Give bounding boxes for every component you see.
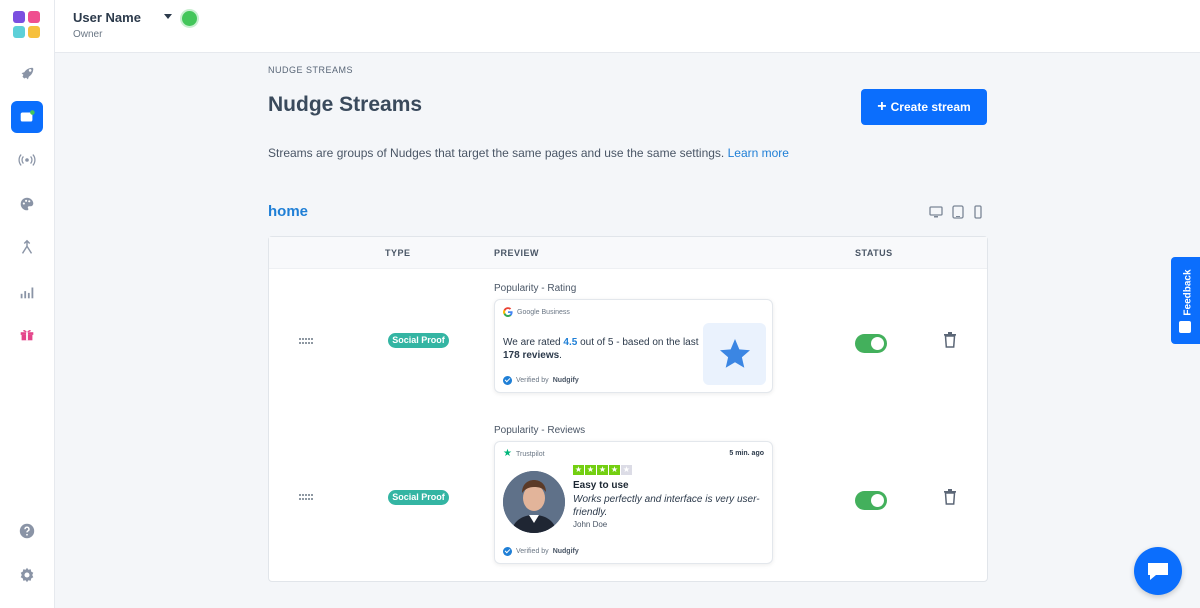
preview-title: Popularity - Reviews: [494, 425, 586, 436]
rocket-icon[interactable]: [11, 58, 43, 90]
column-status: STATUS: [855, 248, 893, 258]
rating-text: We are rated 4.5 out of 5 - based on the…: [503, 337, 699, 361]
avatar: [503, 471, 565, 533]
chat-icon: [1148, 563, 1168, 580]
sidebar: [0, 0, 55, 608]
verified-badge: Verified by Nudgify: [503, 376, 579, 385]
rating-value: 4.5: [563, 337, 578, 348]
chat-button[interactable]: [1134, 547, 1182, 595]
page-title: Nudge Streams: [268, 93, 423, 116]
help-icon[interactable]: [11, 515, 43, 547]
tablet-icon[interactable]: [951, 205, 965, 224]
feedback-smile-icon: [1179, 321, 1191, 333]
review-author: John Doe: [573, 520, 608, 529]
star-icon: [703, 323, 766, 385]
rating-stars: ★ ★ ★ ★ ★: [573, 465, 632, 475]
review-body: Works perfectly and interface is very us…: [573, 494, 760, 518]
broadcast-icon[interactable]: [11, 144, 43, 176]
trustpilot-star-icon: ★: [503, 448, 512, 459]
gift-icon[interactable]: [11, 318, 43, 350]
breadcrumb: NUDGE STREAMS: [268, 65, 354, 75]
topbar: User Name Owner: [55, 0, 1200, 53]
stream-name[interactable]: home: [268, 203, 308, 220]
check-icon: [503, 376, 512, 385]
column-type: TYPE: [385, 248, 411, 258]
chevron-down-icon[interactable]: [164, 14, 172, 19]
table-header: TYPE PREVIEW STATUS: [269, 237, 987, 269]
check-icon: [503, 547, 512, 556]
review-count: 178 reviews: [503, 350, 560, 361]
nudge-icon[interactable]: [11, 101, 43, 133]
feedback-label: Feedback: [1182, 269, 1194, 316]
type-badge: Social Proof: [388, 333, 449, 348]
app-logo[interactable]: [13, 11, 41, 39]
user-role: Owner: [73, 29, 103, 40]
nudge-preview-card[interactable]: ★ Trustpilot 5 min. ago ★ ★ ★ ★ ★ Easy to us…: [494, 441, 773, 564]
merge-icon[interactable]: [11, 232, 43, 264]
drag-handle-icon[interactable]: [299, 494, 315, 500]
verified-badge: Verified by Nudgify: [503, 547, 579, 556]
source-name: Trustpilot: [516, 451, 545, 458]
feedback-tab[interactable]: Feedback: [1171, 257, 1200, 344]
stream-table: TYPE PREVIEW STATUS Social Proof Popular…: [268, 236, 988, 582]
trash-icon[interactable]: [943, 489, 957, 505]
plus-icon: +: [877, 98, 887, 115]
learn-more-link[interactable]: Learn more: [728, 146, 789, 160]
preview-title: Popularity - Rating: [494, 283, 577, 294]
page-description: Streams are groups of Nudges that target…: [268, 146, 789, 160]
status-toggle[interactable]: [855, 334, 887, 353]
source-name: Google Business: [517, 309, 570, 316]
online-status-indicator: [182, 11, 197, 26]
status-toggle[interactable]: [855, 491, 887, 510]
description-text: Streams are groups of Nudges that target…: [268, 146, 725, 160]
type-badge: Social Proof: [388, 490, 449, 505]
review-title: Easy to use: [573, 480, 629, 491]
mobile-icon[interactable]: [971, 205, 985, 224]
gear-icon[interactable]: [11, 559, 43, 591]
google-icon: [503, 307, 513, 317]
nudge-preview-card[interactable]: Google Business We are rated 4.5 out of …: [494, 299, 773, 393]
trash-icon[interactable]: [943, 332, 957, 348]
timestamp: 5 min. ago: [729, 450, 764, 457]
user-name[interactable]: User Name: [73, 10, 141, 25]
chart-icon[interactable]: [11, 276, 43, 308]
desktop-icon[interactable]: [929, 205, 943, 224]
column-preview: PREVIEW: [494, 248, 540, 258]
drag-handle-icon[interactable]: [299, 338, 315, 344]
create-stream-label: Create stream: [890, 100, 971, 114]
palette-icon[interactable]: [11, 188, 43, 220]
create-stream-button[interactable]: + Create stream: [861, 89, 987, 125]
